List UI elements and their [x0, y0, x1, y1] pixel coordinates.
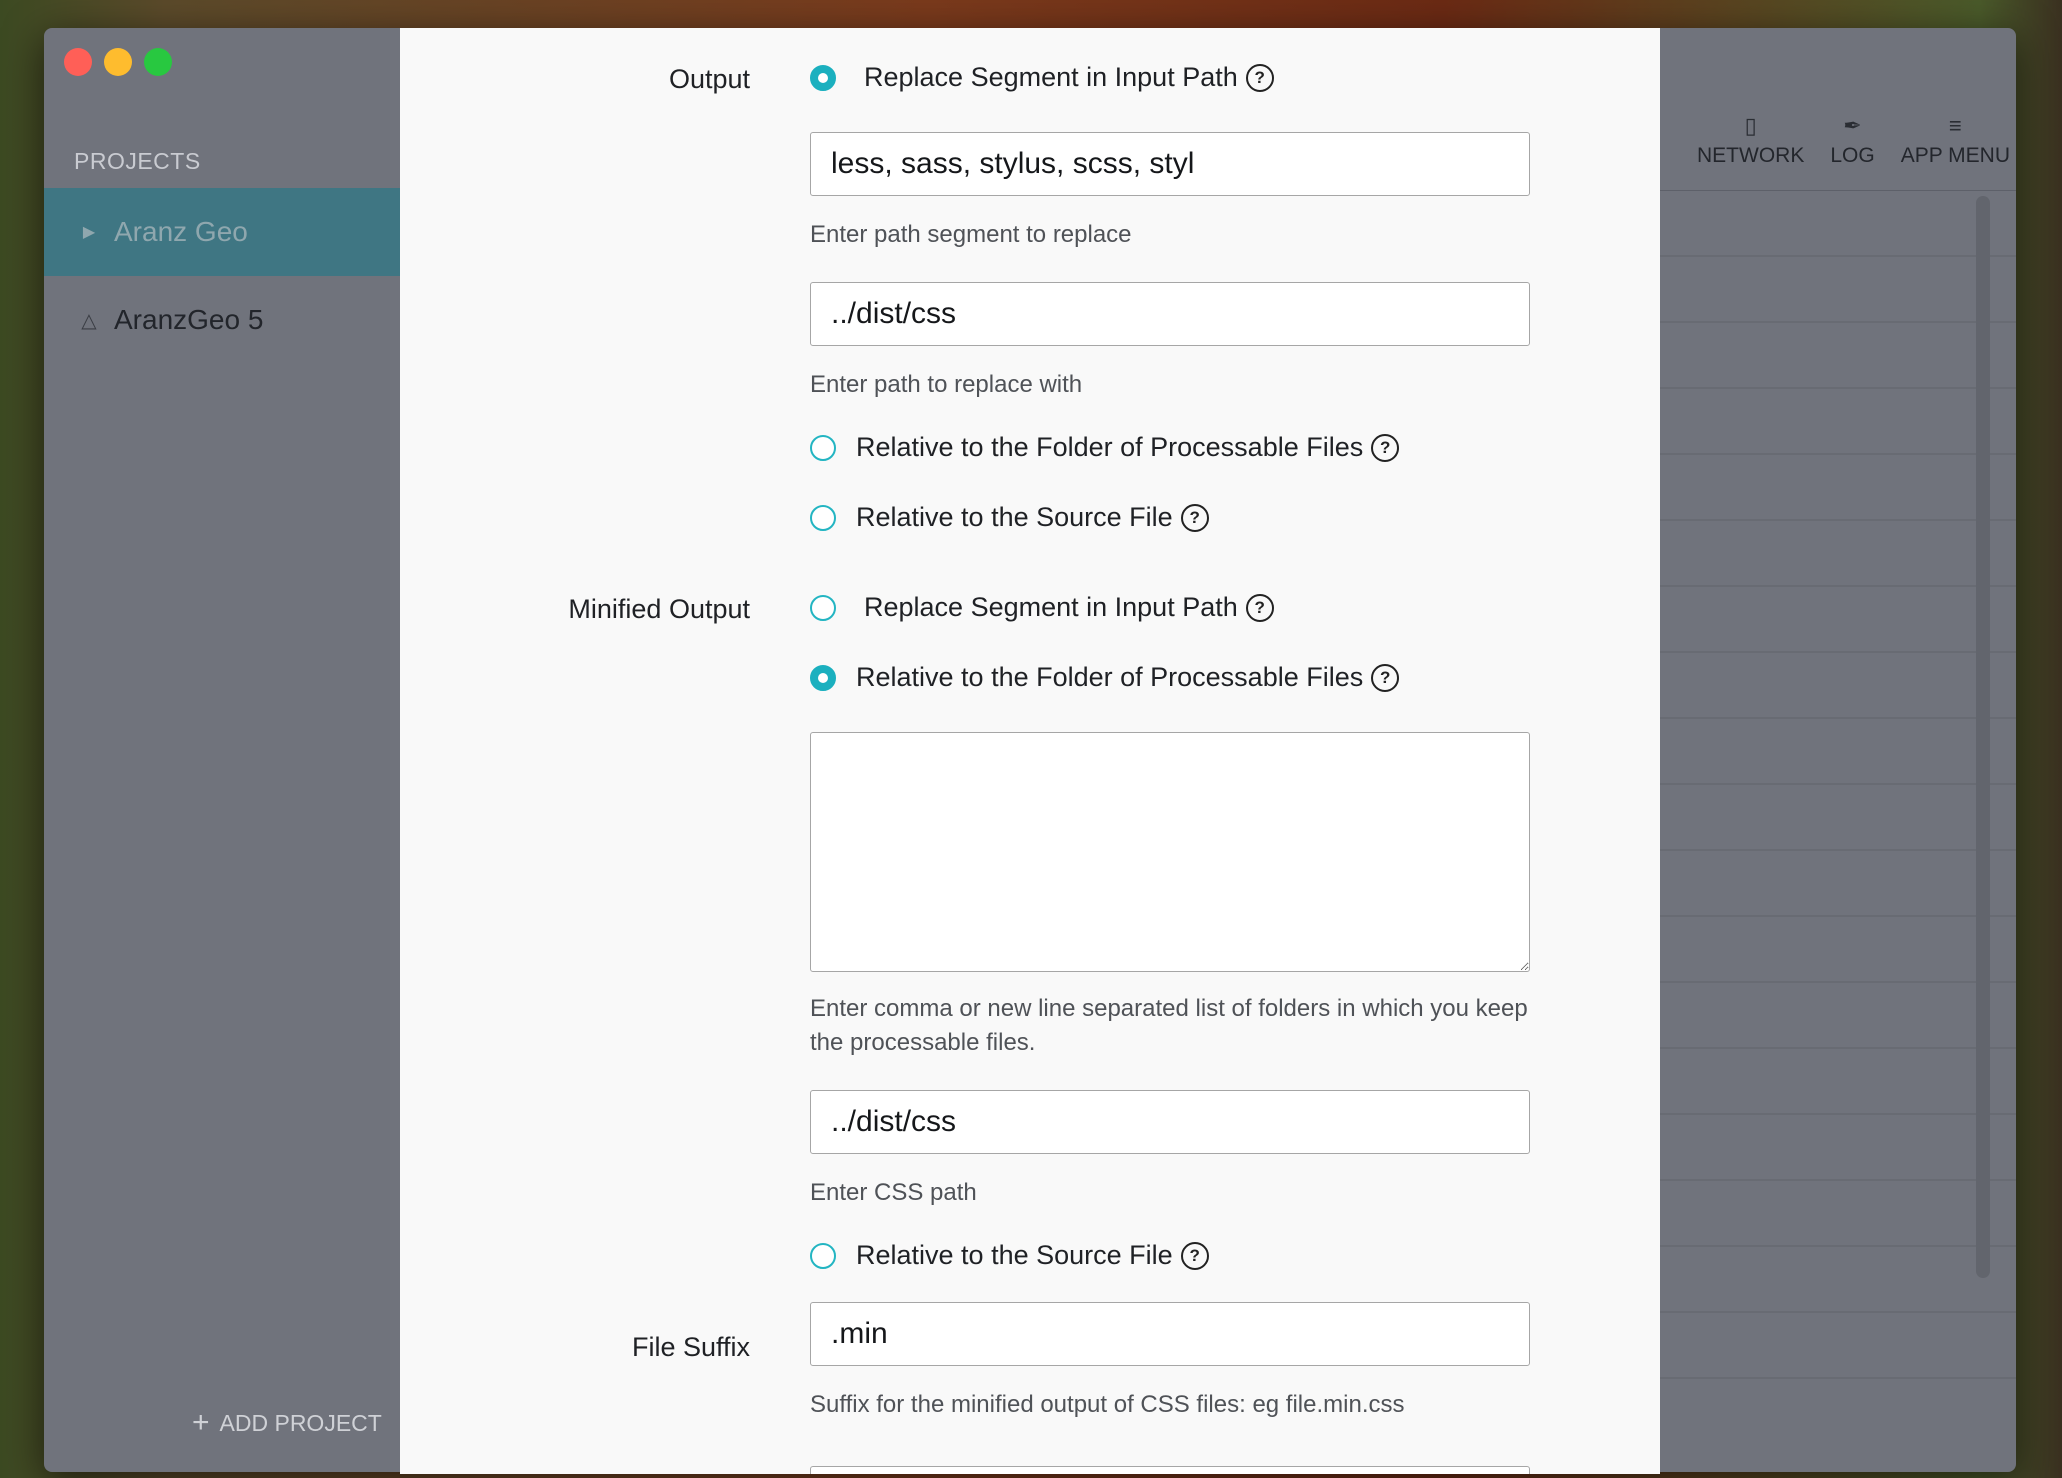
- file-suffix-label: File Suffix: [631, 1332, 750, 1362]
- sidebar-item-aranzgeo-5[interactable]: △ AranzGeo 5: [44, 276, 400, 364]
- project-label: AranzGeo 5: [114, 304, 264, 335]
- scrollbar[interactable]: [1976, 196, 1990, 1278]
- radio-label: Relative to the Source File: [856, 1240, 1173, 1270]
- radio-unselected-indicator: [810, 1242, 836, 1269]
- radio-unselected-indicator: [810, 504, 836, 531]
- help-icon[interactable]: ?: [1371, 663, 1400, 692]
- network-button[interactable]: ▯ NETWORK: [1697, 108, 1804, 168]
- output-replace-segment-radio[interactable]: Replace Segment in Input Path ?: [810, 62, 1274, 93]
- sidebar: PROJECTS ▶ Aranz Geo △ AranzGeo 5 + ADD …: [44, 28, 400, 1472]
- segment-hint: Enter path segment to replace: [810, 221, 1132, 248]
- list-row: [1660, 1313, 2016, 1379]
- minified-relative-source-radio[interactable]: Relative to the Source File ?: [810, 1240, 1209, 1271]
- triangle-right-icon: ▶: [82, 224, 96, 241]
- app-menu-label: APP MENU: [1900, 144, 2010, 167]
- css-path-hint: Enter CSS path: [810, 1179, 977, 1206]
- radio-label: Replace Segment in Input Path: [864, 592, 1238, 622]
- list-row: [1660, 851, 2016, 917]
- list-row: [1660, 1181, 2016, 1247]
- radio-label: Relative to the Folder of Processable Fi…: [856, 662, 1364, 692]
- warning-icon: △: [81, 309, 97, 332]
- help-icon[interactable]: ?: [1371, 433, 1400, 462]
- menu-icon: ≡: [1948, 113, 1962, 138]
- list-row: [1660, 455, 2016, 521]
- settings-panel: Output Replace Segment in Input Path ? E…: [400, 28, 1660, 1474]
- list-row: [1660, 1115, 2016, 1181]
- minified-output-label: Minified Output: [568, 594, 750, 624]
- list-row: [1660, 983, 2016, 1049]
- radio-unselected-indicator: [810, 434, 836, 461]
- network-label: NETWORK: [1697, 144, 1805, 167]
- output-relative-source-radio[interactable]: Relative to the Source File ?: [810, 502, 1209, 533]
- list-row: [1660, 521, 2016, 587]
- list-row: [1660, 917, 2016, 983]
- plus-icon: +: [192, 1406, 210, 1439]
- minified-replace-segment-radio[interactable]: Replace Segment in Input Path ?: [810, 592, 1274, 623]
- file-suffix-hint: Suffix for the minified output of CSS fi…: [810, 1391, 1405, 1418]
- next-field-input[interactable]: [810, 1466, 1530, 1474]
- folders-hint: Enter comma or new line separated list o…: [810, 995, 1528, 1056]
- log-button[interactable]: ✒ LOG: [1830, 108, 1874, 168]
- list-row: [1660, 587, 2016, 653]
- feather-icon: ✒: [1843, 113, 1862, 138]
- projects-heading: PROJECTS: [74, 148, 201, 174]
- help-icon[interactable]: ?: [1245, 593, 1274, 622]
- list-row: [1660, 785, 2016, 851]
- list-row: [1660, 191, 2016, 257]
- radio-label: Replace Segment in Input Path: [864, 62, 1238, 92]
- folders-textarea[interactable]: [810, 732, 1530, 972]
- radio-selected-indicator: [810, 64, 836, 91]
- radio-selected-indicator: [810, 664, 836, 691]
- file-suffix-input[interactable]: [810, 1302, 1530, 1366]
- list-row: [1660, 389, 2016, 455]
- list-row: [1660, 257, 2016, 323]
- help-icon[interactable]: ?: [1245, 63, 1274, 92]
- radio-unselected-indicator: [810, 594, 836, 621]
- list-row: [1660, 1049, 2016, 1115]
- phone-icon: ▯: [1744, 113, 1757, 138]
- radio-label: Relative to the Folder of Processable Fi…: [856, 432, 1364, 462]
- radio-label: Relative to the Source File: [856, 502, 1173, 532]
- replace-with-hint: Enter path to replace with: [810, 371, 1083, 398]
- minified-relative-folder-radio[interactable]: Relative to the Folder of Processable Fi…: [810, 662, 1400, 693]
- sidebar-item-aranz-geo[interactable]: ▶ Aranz Geo: [44, 188, 400, 276]
- output-label: Output: [668, 64, 750, 94]
- list-row: [1660, 653, 2016, 719]
- list-row: [1660, 1247, 2016, 1313]
- list-row: [1660, 323, 2016, 389]
- help-icon[interactable]: ?: [1180, 503, 1209, 532]
- add-project-button[interactable]: + ADD PROJECT: [192, 1408, 382, 1438]
- log-label: LOG: [1830, 144, 1875, 167]
- segment-input[interactable]: [810, 132, 1530, 196]
- add-project-label: ADD PROJECT: [219, 1409, 382, 1436]
- background-list: [1660, 191, 2016, 1472]
- list-row: [1660, 719, 2016, 785]
- replace-with-input[interactable]: [810, 282, 1530, 346]
- help-icon[interactable]: ?: [1180, 1241, 1209, 1270]
- top-toolbar: ▯ NETWORK ✒ LOG ≡ APP MENU: [1697, 108, 2010, 168]
- output-relative-folder-radio[interactable]: Relative to the Folder of Processable Fi…: [810, 432, 1400, 463]
- app-menu-button[interactable]: ≡ APP MENU: [1901, 108, 2010, 168]
- css-path-input[interactable]: [810, 1090, 1530, 1154]
- project-label: Aranz Geo: [114, 216, 248, 247]
